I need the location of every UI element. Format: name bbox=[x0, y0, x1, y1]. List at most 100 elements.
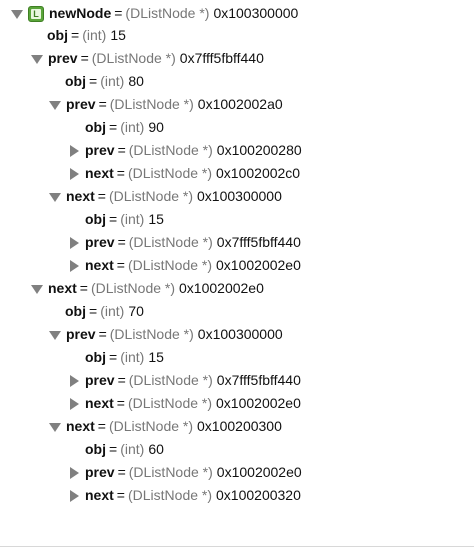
disclosure-expanded-icon[interactable] bbox=[10, 7, 24, 21]
tree-row-obj[interactable]: obj = (int) 80 bbox=[65, 70, 144, 93]
tree-row-prev[interactable]: prev = (DListNode *) 0x7fff5fbff440 bbox=[67, 369, 301, 392]
tree-row-obj[interactable]: obj = (int) 70 bbox=[65, 300, 144, 323]
variables-tree: L newNode = (DListNode *) 0x100300000 ob… bbox=[0, 0, 474, 548]
tree-row-next[interactable]: next = (DListNode *) 0x1002002e0 bbox=[67, 392, 301, 415]
equals-sign: = bbox=[117, 142, 126, 158]
tree-row-next[interactable]: next = (DListNode *) 0x1002002c0 bbox=[67, 162, 300, 185]
tree-row-prev[interactable]: prev = (DListNode *) 0x1002002e0 bbox=[67, 461, 302, 484]
variable-value: 90 bbox=[148, 119, 164, 135]
variable-type: (DListNode *) bbox=[91, 50, 176, 66]
tree-row-obj[interactable]: obj = (int) 60 bbox=[85, 438, 164, 461]
variable-value: 15 bbox=[148, 211, 164, 227]
variable-name: next bbox=[66, 418, 95, 434]
equals-sign: = bbox=[97, 418, 106, 434]
disclosure-expanded-icon[interactable] bbox=[30, 52, 44, 66]
tree-row-prev[interactable]: prev = (DListNode *) 0x100200280 bbox=[67, 139, 302, 162]
variable-type: (DListNode *) bbox=[127, 165, 213, 181]
disclosure-expanded-icon[interactable] bbox=[48, 98, 62, 112]
variable-type: (DListNode *) bbox=[108, 418, 194, 434]
variable-type: (DListNode *) bbox=[128, 142, 213, 158]
tree-row-obj[interactable]: obj = (int) 90 bbox=[85, 116, 164, 139]
equals-sign: = bbox=[97, 188, 106, 204]
variable-name: prev bbox=[85, 464, 115, 480]
equals-sign: = bbox=[109, 349, 118, 365]
divider bbox=[0, 546, 474, 547]
variable-value: 15 bbox=[148, 349, 164, 365]
equals-sign: = bbox=[117, 372, 126, 388]
local-variable-icon: L bbox=[28, 5, 44, 22]
variable-value: 0x7fff5fbff440 bbox=[216, 234, 301, 250]
equals-sign: = bbox=[117, 234, 126, 250]
variable-name: obj bbox=[65, 303, 86, 319]
equals-sign: = bbox=[114, 5, 123, 21]
disclosure-collapsed-icon[interactable] bbox=[67, 259, 81, 273]
variable-type: (int) bbox=[100, 73, 125, 89]
variable-type: (int) bbox=[100, 303, 125, 319]
disclosure-collapsed-icon[interactable] bbox=[67, 397, 81, 411]
variable-type: (DListNode *) bbox=[128, 234, 213, 250]
variable-name: prev bbox=[66, 96, 96, 112]
tree-row-obj[interactable]: obj = (int) 15 bbox=[85, 208, 164, 231]
variable-name: prev bbox=[85, 234, 115, 250]
tree-row-obj[interactable]: obj = (int) 15 bbox=[85, 346, 164, 369]
equals-sign: = bbox=[117, 464, 126, 480]
disclosure-collapsed-icon[interactable] bbox=[67, 489, 81, 503]
tree-row-newnode[interactable]: L newNode = (DListNode *) 0x100300000 bbox=[10, 2, 298, 25]
disclosure-collapsed-icon[interactable] bbox=[67, 167, 81, 181]
variable-value: 70 bbox=[128, 303, 144, 319]
variable-value: 60 bbox=[148, 441, 164, 457]
variable-value: 80 bbox=[128, 73, 144, 89]
variable-value: 15 bbox=[110, 27, 126, 43]
variable-value: 0x1002002e0 bbox=[216, 395, 301, 411]
tree-row-prev[interactable]: prev = (DListNode *) 0x100300000 bbox=[48, 323, 283, 346]
variable-name: prev bbox=[48, 50, 78, 66]
equals-sign: = bbox=[89, 73, 98, 89]
disclosure-collapsed-icon[interactable] bbox=[67, 236, 81, 250]
tree-row-obj[interactable]: obj = (int) 15 bbox=[47, 24, 126, 47]
tree-row-next[interactable]: next = (DListNode *) 0x1002002e0 bbox=[67, 254, 301, 277]
tree-row-prev[interactable]: prev = (DListNode *) 0x1002002a0 bbox=[48, 93, 283, 116]
variable-name: obj bbox=[85, 119, 106, 135]
variable-type: (int) bbox=[120, 349, 145, 365]
variable-value: 0x100300000 bbox=[197, 188, 282, 204]
variable-name: next bbox=[85, 395, 114, 411]
variable-name: newNode bbox=[49, 5, 112, 21]
tree-row-next[interactable]: next = (DListNode *) 0x1002002e0 bbox=[30, 277, 264, 300]
equals-sign: = bbox=[116, 487, 125, 503]
variable-value: 0x7fff5fbff440 bbox=[179, 50, 264, 66]
tree-row-next[interactable]: next = (DListNode *) 0x100200300 bbox=[48, 415, 282, 438]
variable-value: 0x1002002a0 bbox=[197, 96, 283, 112]
equals-sign: = bbox=[89, 303, 98, 319]
disclosure-expanded-icon[interactable] bbox=[48, 328, 62, 342]
disclosure-collapsed-icon[interactable] bbox=[67, 374, 81, 388]
variable-value: 0x100200300 bbox=[197, 418, 282, 434]
equals-sign: = bbox=[80, 50, 89, 66]
variable-type: (DListNode *) bbox=[127, 257, 213, 273]
variable-value: 0x100200280 bbox=[216, 142, 302, 158]
variable-value: 0x1002002e0 bbox=[216, 257, 301, 273]
disclosure-expanded-icon[interactable] bbox=[48, 190, 62, 204]
variable-type: (int) bbox=[120, 441, 145, 457]
tree-row-next[interactable]: next = (DListNode *) 0x100300000 bbox=[48, 185, 282, 208]
variable-type: (DListNode *) bbox=[109, 96, 194, 112]
variable-name: next bbox=[48, 280, 77, 296]
variable-name: prev bbox=[85, 372, 115, 388]
equals-sign: = bbox=[98, 326, 107, 342]
variable-name: obj bbox=[85, 211, 106, 227]
variable-value: 0x1002002c0 bbox=[216, 165, 301, 181]
disclosure-collapsed-icon[interactable] bbox=[67, 144, 81, 158]
equals-sign: = bbox=[109, 441, 118, 457]
disclosure-expanded-icon[interactable] bbox=[48, 420, 62, 434]
tree-row-prev[interactable]: prev = (DListNode *) 0x7fff5fbff440 bbox=[67, 231, 301, 254]
variable-name: obj bbox=[85, 441, 106, 457]
variable-type: (DListNode *) bbox=[125, 5, 210, 21]
variable-value: 0x1002002e0 bbox=[179, 280, 264, 296]
tree-row-next[interactable]: next = (DListNode *) 0x100200320 bbox=[67, 484, 301, 507]
tree-row-prev[interactable]: prev = (DListNode *) 0x7fff5fbff440 bbox=[30, 47, 264, 70]
disclosure-expanded-icon[interactable] bbox=[30, 282, 44, 296]
variable-type: (DListNode *) bbox=[109, 326, 194, 342]
variable-name: next bbox=[85, 487, 114, 503]
variable-value: 0x100300000 bbox=[213, 5, 299, 21]
equals-sign: = bbox=[71, 27, 80, 43]
disclosure-collapsed-icon[interactable] bbox=[67, 466, 81, 480]
